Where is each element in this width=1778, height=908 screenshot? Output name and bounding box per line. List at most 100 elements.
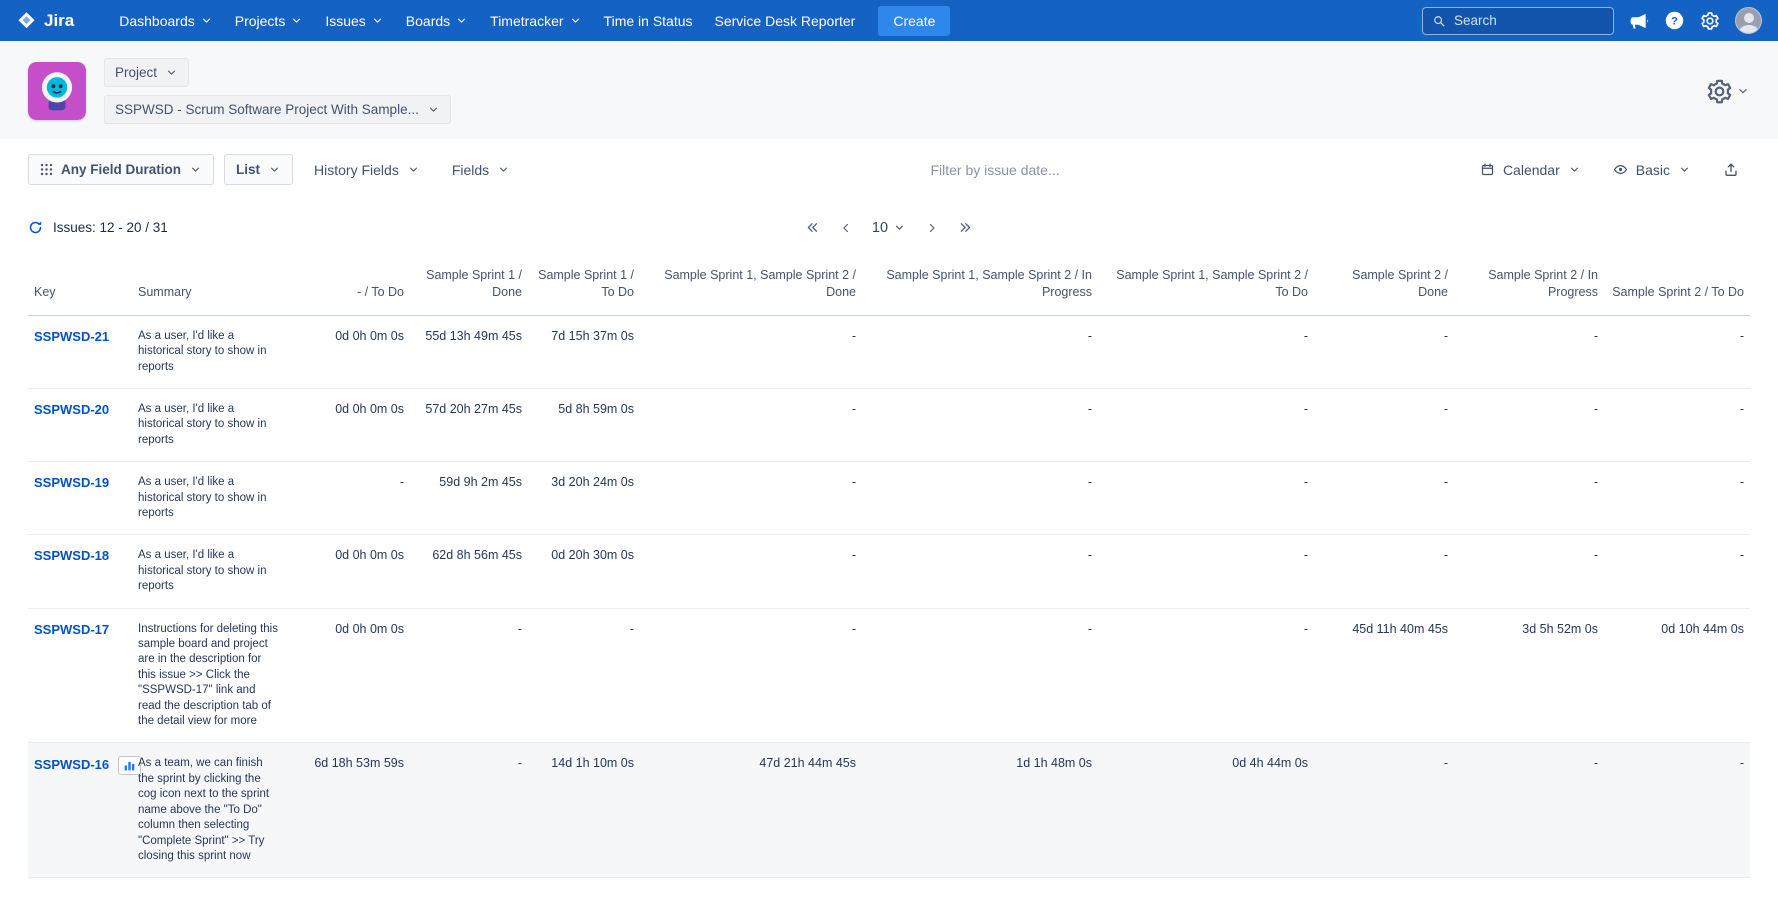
calendar-select[interactable]: Calendar [1469, 155, 1592, 185]
prev-page-button[interactable] [839, 221, 853, 235]
nav-item-boards[interactable]: Boards [395, 4, 479, 38]
chevron-down-icon [200, 14, 213, 27]
duration-value: - [1454, 388, 1604, 461]
field-duration-select[interactable]: Any Field Duration [28, 154, 214, 185]
export-button[interactable] [1712, 155, 1750, 185]
top-navigation: Jira Dashboards Projects Issues Boards Timet… [0, 0, 1778, 41]
duration-value: - [1604, 388, 1750, 461]
duration-value: - [1314, 535, 1454, 608]
double-chevron-left-icon [805, 220, 820, 235]
issue-row-sspwsd-17: SSPWSD-17Instructions for deleting this … [28, 608, 1750, 743]
chevron-down-icon [268, 163, 281, 176]
view-mode-select[interactable]: Basic [1602, 155, 1702, 185]
chevron-left-icon [839, 221, 853, 235]
table-header-row: KeySummary- / To DoSample Sprint 1 / Don… [28, 251, 1750, 315]
chevron-down-icon [569, 14, 582, 27]
fields-select[interactable]: Fields [441, 155, 521, 185]
nav-item-label: Boards [406, 13, 450, 29]
duration-value: - [1098, 462, 1314, 535]
nav-item-label: Dashboards [119, 13, 195, 29]
report-toolbar: Any Field Duration List History Fields F… [0, 139, 1778, 198]
duration-value: - [1454, 462, 1604, 535]
pagination-row: Issues: 12 - 20 / 31 10 [0, 198, 1778, 243]
issue-summary-cell: As a user, I'd like a historical story t… [132, 388, 304, 461]
settings-gear-icon[interactable] [1700, 11, 1720, 31]
nav-item-dashboards[interactable]: Dashboards [108, 4, 224, 38]
refresh-icon[interactable] [28, 220, 43, 235]
chevron-down-icon [1736, 84, 1750, 98]
last-page-button[interactable] [958, 220, 973, 235]
issue-key-link[interactable]: SSPWSD-21 [34, 329, 109, 344]
duration-value: 0d 0h 0m 0s [304, 608, 410, 743]
jira-logo[interactable]: Jira [16, 10, 74, 31]
nav-item-time-in-status[interactable]: Time in Status [593, 4, 704, 38]
chevron-down-icon [371, 14, 384, 27]
field-duration-label: Any Field Duration [61, 162, 181, 177]
bar-chart-icon [123, 759, 136, 772]
search-placeholder: Search [1454, 13, 1497, 28]
duration-value: - [640, 535, 862, 608]
calendar-icon [1480, 162, 1495, 177]
next-page-button[interactable] [925, 221, 939, 235]
view-type-select[interactable]: List [224, 154, 293, 185]
issue-key-link[interactable]: SSPWSD-20 [34, 402, 109, 417]
issue-date-filter-placeholder: Filter by issue date... [930, 162, 1059, 178]
user-avatar[interactable] [1735, 7, 1762, 34]
nav-item-label: Issues [325, 13, 365, 29]
duration-value: - [1454, 743, 1604, 878]
column-header-sample-sprint-2-in-progress: Sample Sprint 2 / In Progress [1454, 251, 1604, 315]
duration-value: - [1314, 462, 1454, 535]
grid-icon [40, 163, 53, 176]
duration-value: 45d 11h 40m 45s [1314, 608, 1454, 743]
scope-select[interactable]: Project [104, 58, 189, 87]
project-select[interactable]: SSPWSD - Scrum Software Project With Sam… [104, 95, 451, 124]
nav-item-label: Timetracker [490, 13, 563, 29]
duration-value: - [1098, 315, 1314, 388]
nav-item-projects[interactable]: Projects [224, 4, 315, 38]
report-settings-button[interactable] [1706, 78, 1750, 105]
nav-item-timetracker[interactable]: Timetracker [479, 4, 592, 38]
duration-value: - [862, 315, 1098, 388]
history-fields-select[interactable]: History Fields [303, 155, 431, 185]
duration-value: - [410, 743, 528, 878]
issue-summary-cell: As a user, I'd like a historical story t… [132, 535, 304, 608]
create-button[interactable]: Create [878, 6, 950, 36]
settings-gear-icon [1706, 78, 1733, 105]
issue-date-filter-input[interactable]: Filter by issue date... [531, 162, 1459, 178]
duration-value: - [640, 315, 862, 388]
issue-key-link[interactable]: SSPWSD-17 [34, 622, 109, 637]
column-header-sample-sprint-1-to-do: Sample Sprint 1 / To Do [528, 251, 640, 315]
search-input[interactable]: Search [1422, 7, 1614, 35]
svg-text:?: ? [1671, 16, 1678, 28]
duration-value: 0d 20h 30m 0s [528, 535, 640, 608]
issue-row-sspwsd-20: SSPWSD-20 As a user, I'd like a historica… [28, 388, 1750, 461]
help-icon[interactable]: ? [1664, 10, 1685, 31]
issues-table-container: KeySummary- / To DoSample Sprint 1 / Don… [0, 243, 1778, 908]
issue-key-cell: SSPWSD-18 [28, 535, 132, 608]
jira-logo-text: Jira [44, 11, 74, 31]
first-page-button[interactable] [805, 220, 820, 235]
nav-item-issues[interactable]: Issues [314, 4, 394, 38]
eye-icon [1613, 162, 1628, 177]
column-header-sample-sprint-2-to-do: Sample Sprint 2 / To Do [1604, 251, 1750, 315]
duration-value: - [1098, 388, 1314, 461]
issue-key-link[interactable]: SSPWSD-18 [34, 548, 109, 563]
duration-value: 0d 0h 0m 0s [304, 388, 410, 461]
page-size-select[interactable]: 10 [872, 220, 906, 236]
duration-value: 7d 15h 37m 0s [528, 315, 640, 388]
issue-key-link[interactable]: SSPWSD-19 [34, 475, 109, 490]
jira-logo-icon [16, 10, 37, 31]
issue-row-sspwsd-16: SSPWSD-16As a team, we can finish the sp… [28, 743, 1750, 878]
duration-value: - [528, 608, 640, 743]
chevron-down-icon [427, 103, 440, 116]
chevron-down-icon [1568, 163, 1581, 176]
view-type-label: List [236, 162, 260, 177]
duration-value: - [1314, 743, 1454, 878]
nav-item-service-desk-reporter[interactable]: Service Desk Reporter [704, 4, 867, 38]
view-mode-label: Basic [1636, 162, 1670, 178]
column-header-key: Key [28, 251, 132, 315]
issue-key-link[interactable]: SSPWSD-16 [34, 757, 109, 772]
export-icon [1723, 162, 1739, 178]
duration-value: 1d 1h 48m 0s [862, 743, 1098, 878]
announcements-icon[interactable] [1629, 11, 1649, 31]
